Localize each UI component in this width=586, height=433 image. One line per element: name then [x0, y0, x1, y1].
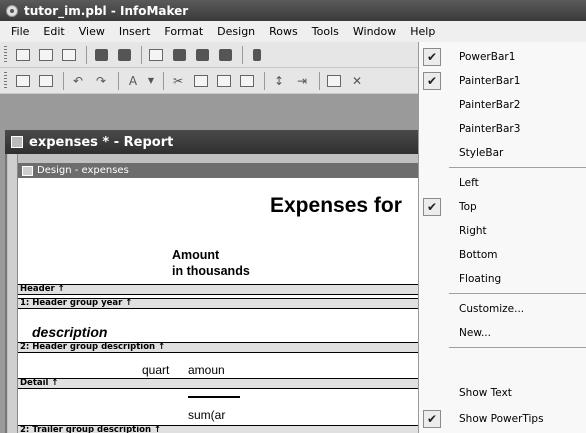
text-icon[interactable]: A	[123, 71, 143, 91]
toolbar-separator	[118, 71, 119, 90]
toolbar-separator	[141, 45, 142, 64]
menu-item-new[interactable]: New...	[419, 321, 586, 345]
menu-insert[interactable]: Insert	[112, 21, 158, 42]
menu-item-painterbar2[interactable]: PainterBar2	[419, 93, 586, 117]
band-detail[interactable]: Detail ↑	[18, 378, 418, 389]
report-window-title: expenses * - Report	[29, 134, 174, 150]
paste-icon[interactable]	[214, 71, 234, 91]
close-icon[interactable]: ✕	[347, 71, 367, 91]
sort-icon[interactable]: ↕	[269, 71, 289, 91]
menu-item-floating[interactable]: Floating	[419, 267, 586, 291]
menu-item-show-text[interactable]: Show Text	[419, 381, 586, 405]
design-panel-title: Design - expenses	[37, 165, 129, 176]
menu-tools[interactable]: Tools	[305, 21, 346, 42]
vertical-scrollbar[interactable]	[8, 154, 18, 433]
band-header-group-year[interactable]: 1: Header group year ↑	[18, 298, 418, 309]
check-icon: ✔	[423, 72, 441, 90]
toolbar-grip[interactable]	[4, 71, 7, 90]
menu-edit[interactable]: Edit	[36, 21, 71, 42]
menu-design[interactable]: Design	[210, 21, 262, 42]
tab-order-icon[interactable]: ⇥	[292, 71, 312, 91]
menu-item-painterbar1[interactable]: ✔ PainterBar1	[419, 69, 586, 93]
window-title: tutor_im.pbl - InfoMaker	[24, 3, 189, 18]
band-trailer-group-description[interactable]: 2: Trailer group description ↑	[18, 425, 418, 433]
save-icon[interactable]	[13, 71, 33, 91]
powerbar	[0, 42, 420, 68]
menu-item-bottom[interactable]: Bottom	[419, 243, 586, 267]
menu-format[interactable]: Format	[157, 21, 210, 42]
band-header-group-description[interactable]: 2: Header group description ↑	[18, 342, 418, 353]
menu-separator	[449, 167, 586, 168]
menu-file[interactable]: File	[4, 21, 36, 42]
library-icon[interactable]	[91, 45, 111, 65]
open-icon[interactable]	[36, 45, 56, 65]
toolbar-separator	[86, 45, 87, 64]
report-icon[interactable]	[114, 45, 134, 65]
menu-help[interactable]: Help	[403, 21, 442, 42]
copy-icon[interactable]	[191, 71, 211, 91]
cut-icon[interactable]: ✂	[168, 71, 188, 91]
menu-item-right[interactable]: Right	[419, 219, 586, 243]
amount-column[interactable]: amoun	[188, 363, 225, 377]
inherit-icon[interactable]	[59, 45, 79, 65]
toolbar-separator	[242, 45, 243, 64]
new-icon[interactable]	[13, 45, 33, 65]
undo-icon[interactable]: ↶	[68, 71, 88, 91]
exit-icon[interactable]	[247, 45, 267, 65]
menu-item-left[interactable]: Left	[419, 171, 586, 195]
check-icon: ✔	[423, 198, 441, 216]
menu-separator	[449, 293, 586, 294]
painterbar: ↶ ↷ A ▼ ✂ ↕ ⇥ ✕	[0, 68, 420, 94]
menu-item-show-powertips[interactable]: ✔ Show PowerTips	[419, 407, 586, 431]
sum-computed-field[interactable]: sum(ar	[188, 408, 225, 422]
toolbar-context-menu: ✔ PowerBar1 ✔ PainterBar1 PainterBar2 Pa…	[418, 42, 586, 433]
menu-bar: File Edit View Insert Format Design Rows…	[0, 21, 586, 42]
menu-item-painterbar3[interactable]: PainterBar3	[419, 117, 586, 141]
title-bar: tutor_im.pbl - InfoMaker	[0, 0, 586, 21]
print-icon[interactable]	[36, 71, 56, 91]
toolbar-separator	[319, 71, 320, 90]
menu-rows[interactable]: Rows	[262, 21, 305, 42]
amount-label-line2[interactable]: in thousands	[172, 264, 250, 278]
pipeline-icon[interactable]	[169, 45, 189, 65]
menu-item-stylebar[interactable]: StyleBar	[419, 141, 586, 165]
design-canvas[interactable]: Expenses for Amount in thousands Header …	[18, 178, 418, 433]
menu-item-top[interactable]: ✔ Top	[419, 195, 586, 219]
quarter-column[interactable]: quart	[142, 363, 169, 377]
preview-icon[interactable]	[324, 71, 344, 91]
design-icon	[22, 165, 33, 176]
design-panel-title-bar[interactable]: Design - expenses	[18, 163, 418, 178]
amount-label-line1[interactable]: Amount	[172, 248, 219, 262]
chevron-down-icon[interactable]: ▼	[146, 71, 156, 91]
menu-item-powerbar1[interactable]: ✔ PowerBar1	[419, 45, 586, 69]
report-window-title-bar[interactable]: expenses * - Report	[5, 130, 420, 154]
query-icon[interactable]	[192, 45, 212, 65]
menu-item-customize[interactable]: Customize...	[419, 297, 586, 321]
toolbar-separator	[264, 71, 265, 90]
toolbar-separator	[163, 71, 164, 90]
menu-view[interactable]: View	[72, 21, 112, 42]
report-title-text[interactable]: Expenses for	[270, 194, 402, 218]
toolbar-separator	[63, 71, 64, 90]
band-header[interactable]: Header ↑	[18, 284, 418, 295]
check-icon: ✔	[423, 48, 441, 66]
clear-icon[interactable]	[237, 71, 257, 91]
report-icon	[11, 136, 23, 148]
check-icon: ✔	[423, 410, 441, 428]
toolbar-grip[interactable]	[4, 45, 7, 64]
description-field[interactable]: description	[32, 324, 107, 340]
form-icon[interactable]	[146, 45, 166, 65]
database-icon[interactable]	[215, 45, 235, 65]
menu-separator	[449, 347, 586, 348]
app-icon	[6, 4, 18, 17]
sum-underline	[188, 396, 240, 398]
menu-window[interactable]: Window	[346, 21, 403, 42]
redo-icon[interactable]: ↷	[91, 71, 111, 91]
